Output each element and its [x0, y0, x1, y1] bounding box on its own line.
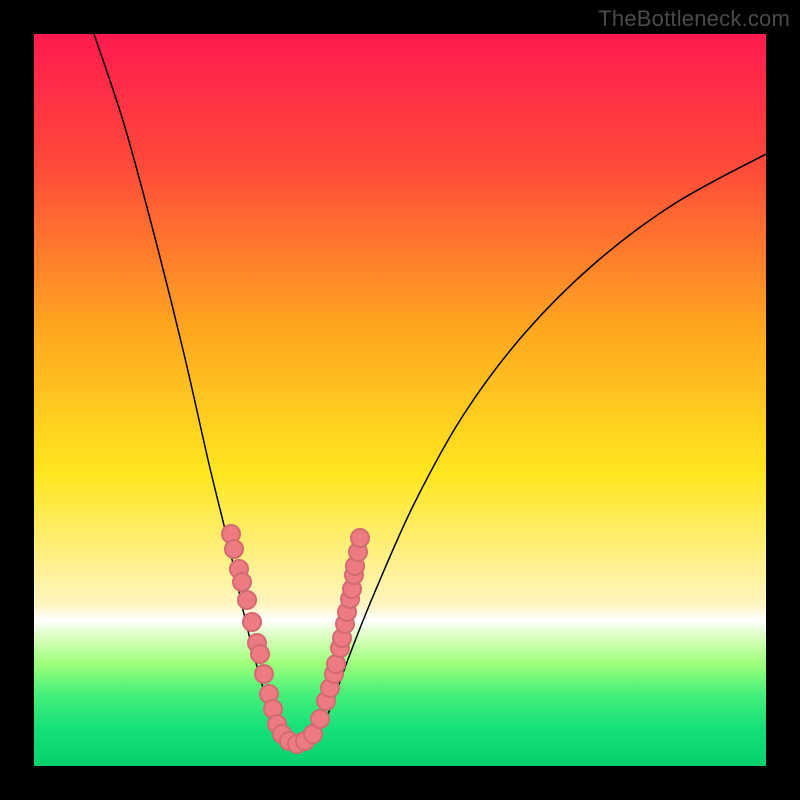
- highlight-dot: [238, 591, 256, 609]
- watermark-label: TheBottleneck.com: [598, 6, 790, 32]
- highlight-dot: [251, 645, 269, 663]
- plot-area: [34, 34, 766, 766]
- highlight-dot: [311, 710, 329, 728]
- bottleneck-curve: [94, 34, 766, 744]
- highlight-dots-group: [222, 525, 369, 753]
- chart-frame: TheBottleneck.com: [0, 0, 800, 800]
- highlight-dot: [351, 529, 369, 547]
- highlight-dot: [233, 573, 251, 591]
- curve-layer: [34, 34, 766, 766]
- highlight-dot: [225, 540, 243, 558]
- highlight-dot: [255, 665, 273, 683]
- highlight-dot: [243, 613, 261, 631]
